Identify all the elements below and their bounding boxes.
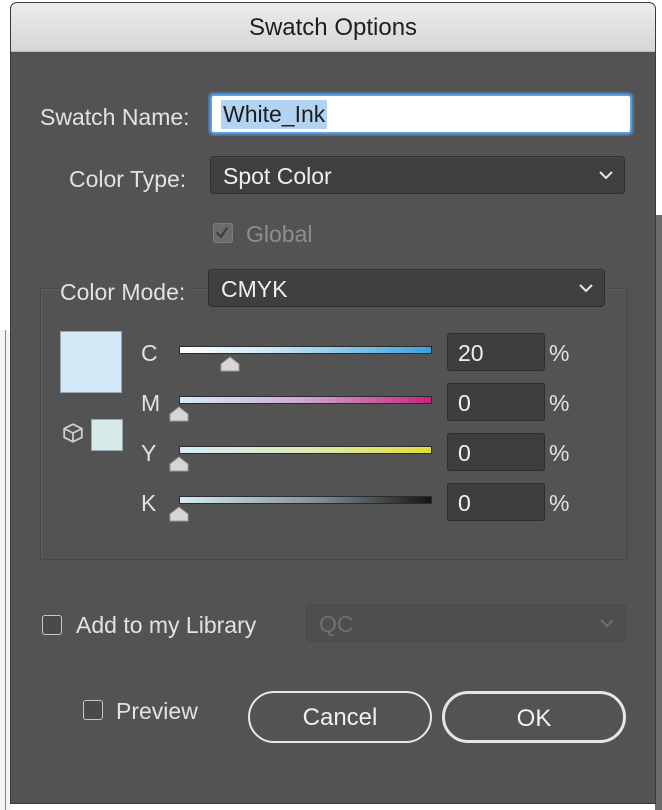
library-select[interactable]: QC: [306, 604, 626, 642]
percent-sign: %: [549, 440, 570, 466]
library-select-value: QC: [319, 611, 354, 637]
channel-label: Y: [141, 440, 157, 466]
cyan-value-input[interactable]: 20: [447, 333, 545, 371]
add-to-library-label: Add to my Library: [76, 612, 257, 638]
slider-thumb[interactable]: [169, 456, 189, 472]
chevron-down-icon: [599, 171, 613, 180]
color-mode-label: Color Mode:: [60, 279, 190, 306]
preview-label: Preview: [116, 698, 198, 724]
yellow-value-input[interactable]: 0: [447, 433, 545, 471]
add-to-library-checkbox[interactable]: [42, 615, 62, 635]
chevron-down-icon: [579, 284, 593, 293]
channel-label: M: [141, 390, 161, 416]
web-safe-color-swatch[interactable]: [91, 419, 123, 451]
color-type-value: Spot Color: [223, 163, 332, 189]
cancel-button[interactable]: Cancel: [248, 691, 432, 743]
swatch-options-dialog: Swatch Options Swatch Name: White_Ink Co…: [11, 3, 655, 803]
percent-sign: %: [549, 490, 570, 516]
percent-sign: %: [549, 390, 570, 416]
percent-sign: %: [549, 340, 570, 366]
slider-thumb[interactable]: [220, 356, 240, 372]
channel-label: C: [141, 340, 158, 366]
out-of-web-gamut-cube-icon[interactable]: [62, 422, 84, 444]
color-type-label: Color Type:: [69, 166, 187, 192]
checkmark-icon: [215, 226, 229, 239]
swatch-name-label: Swatch Name:: [40, 104, 190, 130]
color-preview-swatch: [60, 331, 122, 393]
color-type-dropdown[interactable]: Spot Color: [210, 156, 625, 194]
global-checkbox[interactable]: [213, 223, 233, 243]
preview-checkbox[interactable]: [83, 700, 103, 720]
dialog-title: Swatch Options: [11, 3, 655, 52]
background-app-right-edge: [655, 215, 662, 810]
background-app-line: [5, 330, 6, 810]
black-value-input[interactable]: 0: [447, 483, 545, 521]
swatch-name-value: White_Ink: [221, 100, 328, 129]
swatch-name-input[interactable]: White_Ink: [210, 94, 632, 134]
cyan-slider-track[interactable]: [179, 346, 432, 354]
slider-thumb[interactable]: [169, 506, 189, 522]
slider-thumb[interactable]: [169, 406, 189, 422]
ok-button[interactable]: OK: [442, 691, 626, 743]
magenta-slider-track[interactable]: [179, 396, 432, 404]
yellow-slider-track[interactable]: [179, 446, 432, 454]
magenta-value-input[interactable]: 0: [447, 383, 545, 421]
chevron-down-icon: [600, 619, 614, 628]
color-mode-value: CMYK: [221, 276, 288, 302]
global-label: Global: [246, 221, 313, 247]
color-mode-dropdown[interactable]: CMYK: [208, 269, 605, 307]
black-slider-track[interactable]: [179, 496, 432, 504]
channel-label: K: [141, 490, 157, 516]
